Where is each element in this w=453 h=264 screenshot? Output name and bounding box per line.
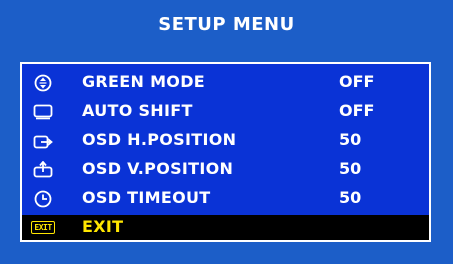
exit-icon-label: EXIT xyxy=(31,221,55,234)
menu-item-label: OSD V.POSITION xyxy=(82,159,234,178)
menu-title: SETUP MENU xyxy=(158,14,295,35)
green-mode-icon xyxy=(33,74,53,91)
menu-item-label: OSD H.POSITION xyxy=(82,130,237,149)
auto-shift-icon xyxy=(33,103,53,120)
exit-icon: EXIT xyxy=(31,219,55,236)
setup-menu-panel: GREEN MODE OFF AUTO SHIFT OFF OSD H.POSI… xyxy=(20,62,431,242)
menu-item-osd-timeout[interactable]: OSD TIMEOUT 50 xyxy=(22,186,429,211)
timeout-clock-icon xyxy=(33,190,53,207)
menu-item-green-mode[interactable]: GREEN MODE OFF xyxy=(22,70,429,95)
menu-item-label: GREEN MODE xyxy=(82,72,206,91)
menu-item-label: AUTO SHIFT xyxy=(82,101,193,120)
menu-item-label: OSD TIMEOUT xyxy=(82,188,211,207)
menu-item-value: 50 xyxy=(339,130,362,149)
menu-item-exit[interactable]: EXIT EXIT xyxy=(22,215,429,240)
menu-item-value: OFF xyxy=(339,72,375,91)
menu-item-value: OFF xyxy=(339,101,375,120)
v-position-icon xyxy=(33,161,53,178)
menu-item-osd-h-position[interactable]: OSD H.POSITION 50 xyxy=(22,128,429,153)
menu-item-label: EXIT xyxy=(82,217,124,236)
menu-item-osd-v-position[interactable]: OSD V.POSITION 50 xyxy=(22,157,429,182)
osd-screen: SETUP MENU GREEN MODE OFF AUTO SHIFT OFF… xyxy=(0,0,453,264)
menu-item-value: 50 xyxy=(339,159,362,178)
menu-item-auto-shift[interactable]: AUTO SHIFT OFF xyxy=(22,99,429,124)
menu-item-value: 50 xyxy=(339,188,362,207)
h-position-icon xyxy=(33,132,53,149)
